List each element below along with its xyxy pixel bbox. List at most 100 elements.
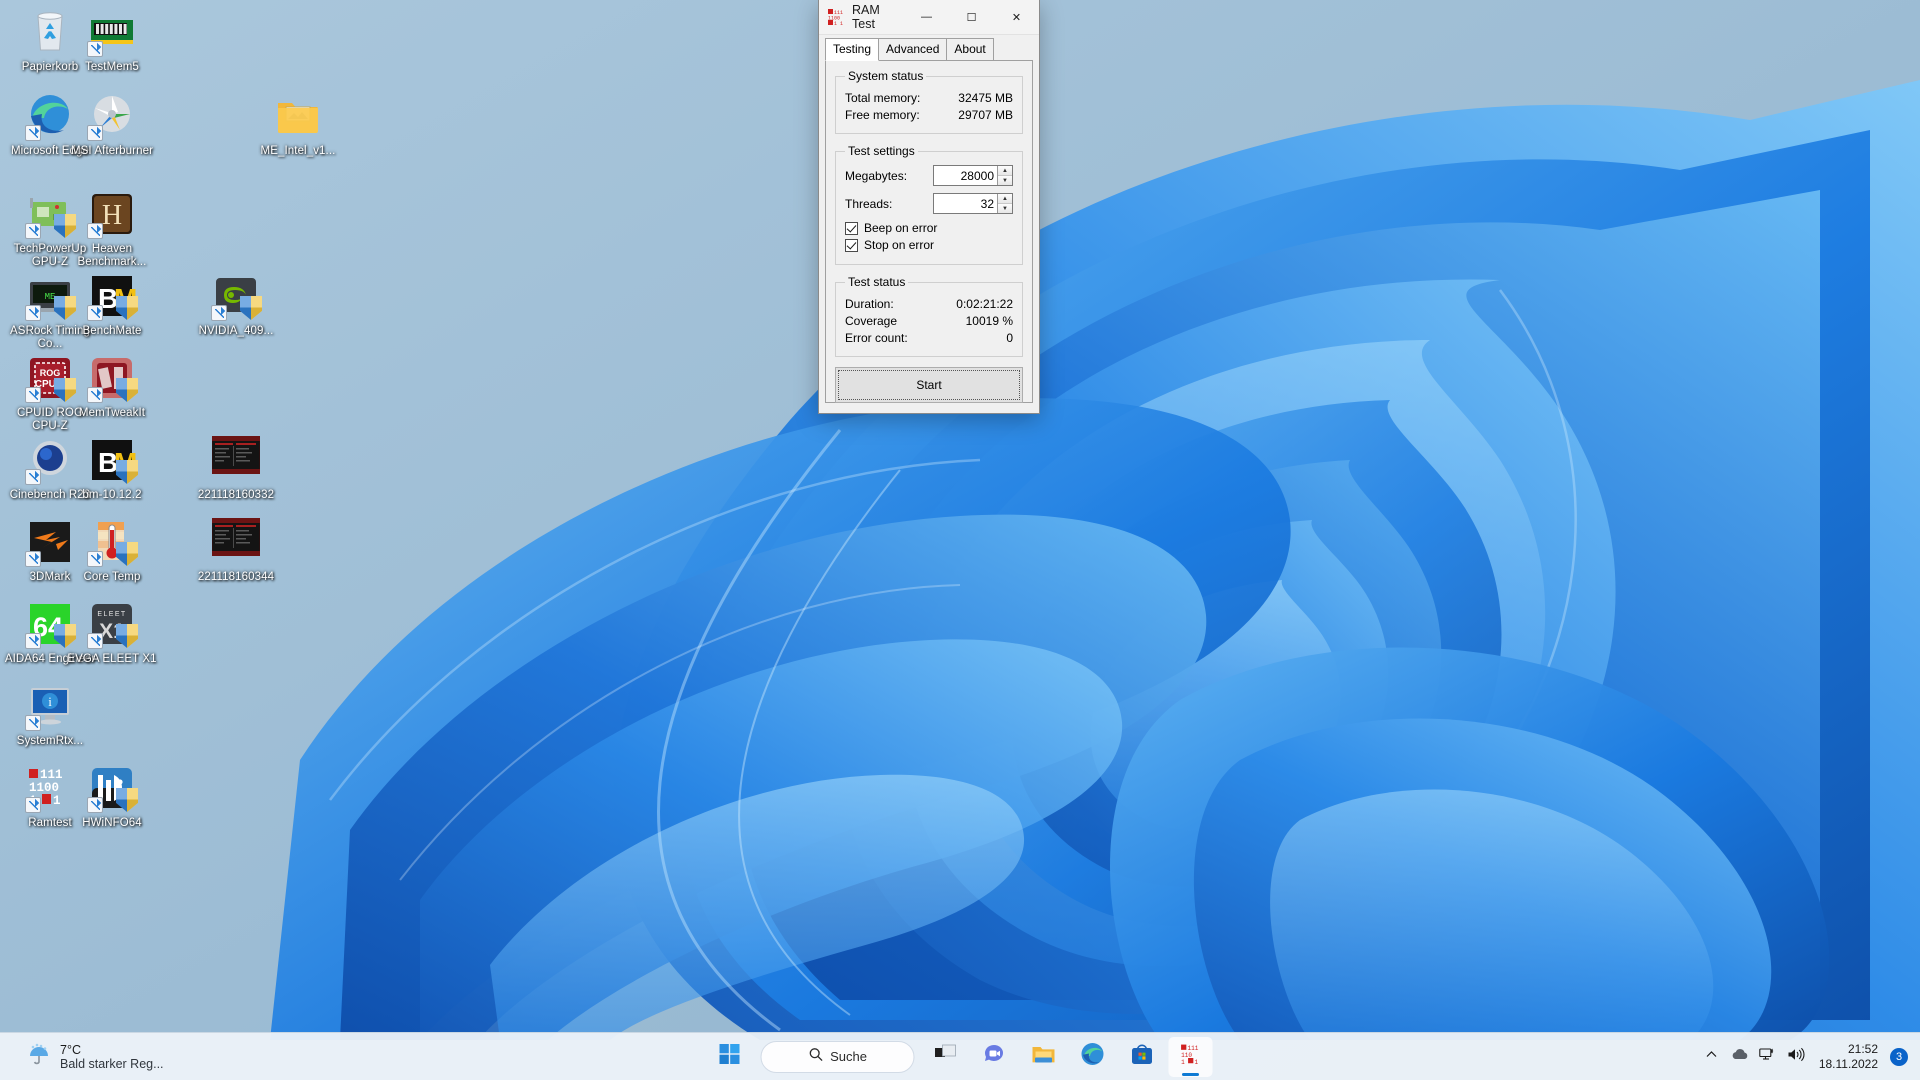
shortcut-arrow-icon — [25, 469, 41, 485]
hwinfo-icon — [87, 764, 138, 813]
clock-widget[interactable]: 21:52 18.11.2022 — [1819, 1042, 1878, 1072]
tray-onedrive-button[interactable] — [1727, 1040, 1753, 1074]
shortcut-arrow-icon — [25, 797, 41, 813]
megabytes-input[interactable] — [934, 166, 997, 185]
speaker-icon — [1787, 1047, 1805, 1067]
shortcut-arrow-icon — [87, 305, 103, 321]
desktop-icon-label: MSI Afterburner — [70, 145, 154, 157]
desktop-icon-heaven[interactable]: H Heaven Benchmark... — [66, 190, 158, 269]
tray-network-button[interactable] — [1755, 1040, 1781, 1074]
desktop-icon-systeminfo[interactable]: i SystemRtx... — [4, 682, 96, 748]
weather-text: 7°C Bald starker Reg... — [60, 1043, 164, 1071]
threads-stepper[interactable]: ▲ ▼ — [933, 193, 1013, 214]
shortcut-arrow-icon — [87, 633, 103, 649]
threads-spin-buttons[interactable]: ▲ ▼ — [997, 194, 1012, 213]
megabytes-spin-down-icon[interactable]: ▼ — [998, 176, 1012, 185]
tab-about[interactable]: About — [946, 38, 994, 61]
desktop-icon-label: NVIDIA_409... — [198, 325, 274, 337]
system-status-legend: System status — [848, 69, 924, 83]
desktop-icon-coretemp[interactable]: Core Temp — [66, 518, 158, 584]
megabytes-spin-up-icon[interactable]: ▲ — [998, 166, 1012, 176]
desktop-icon-label: Heaven Benchmark... — [77, 243, 147, 268]
weather-widget[interactable]: 7°C Bald starker Reg... — [18, 1037, 172, 1077]
heaven-icon: H — [87, 190, 136, 239]
tray-volume-button[interactable] — [1783, 1040, 1809, 1074]
desktop-icon-screenshot-thumb[interactable]: 221118160332 — [190, 435, 282, 502]
chat-icon — [983, 1042, 1007, 1071]
search-placeholder: Suche — [830, 1049, 867, 1064]
desktop-icon-afterburner[interactable]: MSI Afterburner — [66, 92, 158, 158]
start-button[interactable]: Start — [835, 367, 1023, 403]
megabytes-stepper[interactable]: ▲ ▼ — [933, 165, 1013, 186]
svg-text:1: 1 — [1181, 1058, 1185, 1064]
error-count-value: 0 — [1006, 331, 1013, 345]
shortcut-arrow-icon — [87, 797, 103, 813]
shortcut-arrow-icon — [87, 387, 103, 403]
coretemp-icon — [87, 518, 138, 567]
taskbar-item-microsoft-edge[interactable] — [1071, 1037, 1115, 1077]
folder-icon — [274, 92, 322, 140]
svg-text:ME: ME — [45, 292, 56, 302]
desktop-icon-eleet[interactable]: ELEET X1 EVGA ELEET X1 — [66, 600, 158, 666]
shortcut-arrow-icon — [87, 41, 103, 57]
desktop-icon-benchmate[interactable]: B M bm-10.12.2 — [66, 436, 158, 502]
search-input[interactable]: Suche — [760, 1040, 915, 1073]
desktop-icon-label: MemTweakIt — [78, 407, 146, 419]
taskbar-center-group[interactable]: Suche 111 110 1 1 — [708, 1036, 1213, 1077]
rain-umbrella-icon — [26, 1041, 52, 1072]
store-icon — [1130, 1043, 1153, 1071]
taskbar-item-chat[interactable] — [973, 1037, 1017, 1077]
desktop-icon-ram-stick[interactable]: TestMem5 — [66, 8, 158, 74]
taskbar-item-microsoft-store[interactable] — [1120, 1037, 1164, 1077]
taskbar-item-file-explorer[interactable] — [1022, 1037, 1066, 1077]
desktop-icon-label: SystemRtx... — [16, 735, 84, 747]
tab-strip[interactable]: Testing Advanced About — [819, 35, 1039, 61]
taskbar-item-ram-test[interactable]: 111 110 1 1 — [1168, 1036, 1213, 1077]
beep-on-error-row[interactable]: Beep on error — [845, 221, 1013, 235]
window-titlebar[interactable]: 111 1100 1 1 RAM Test — ☐ ✕ — [819, 0, 1039, 35]
megabytes-spin-buttons[interactable]: ▲ ▼ — [997, 166, 1012, 185]
megabytes-label: Megabytes: — [845, 168, 908, 183]
error-count-row: Error count: 0 — [845, 330, 1013, 346]
desktop-icon-hwinfo[interactable]: HWiNFO64 — [66, 764, 158, 830]
tab-page-testing: System status Total memory: 32475 MB Fre… — [825, 60, 1033, 403]
threads-input[interactable] — [934, 194, 997, 213]
tab-advanced[interactable]: Advanced — [878, 38, 948, 61]
desktop-icon-label: Core Temp — [83, 571, 141, 583]
free-memory-row: Free memory: 29707 MB — [845, 107, 1013, 123]
minimize-button[interactable]: — — [904, 0, 949, 34]
taskbar[interactable]: 7°C Bald starker Reg... Suche 111 110 1 … — [0, 1032, 1920, 1080]
ram-test-window[interactable]: 111 1100 1 1 RAM Test — ☐ ✕ Testing Adva… — [818, 0, 1040, 414]
shortcut-arrow-icon — [25, 125, 41, 141]
desktop-icon-nvidia[interactable]: NVIDIA_409... — [190, 272, 282, 338]
windows-logo-icon — [719, 1043, 740, 1070]
tray-overflow-button[interactable] — [1699, 1040, 1725, 1074]
threads-spin-up-icon[interactable]: ▲ — [998, 194, 1012, 204]
total-memory-row: Total memory: 32475 MB — [845, 90, 1013, 106]
start-button-taskbar[interactable] — [708, 1037, 752, 1077]
notification-badge[interactable]: 3 — [1890, 1047, 1908, 1066]
desktop[interactable]: Papierkorb TestMem5 Microsoft Edge MSI A… — [0, 0, 1920, 1080]
shortcut-arrow-icon — [211, 305, 227, 321]
shortcut-arrow-icon — [25, 387, 41, 403]
clock-time: 21:52 — [1847, 1041, 1878, 1056]
desktop-icon-benchmate[interactable]: B M BenchMate — [66, 272, 158, 338]
screenshot-thumb-icon — [211, 517, 261, 566]
system-tray[interactable]: 21:52 18.11.2022 3 — [1699, 1033, 1920, 1080]
test-status-legend: Test status — [848, 275, 906, 289]
desktop-icon-folder[interactable]: ME_Intel_v1... — [252, 92, 344, 158]
desktop-icon-screenshot-thumb[interactable]: 221118160344 — [190, 517, 282, 584]
taskbar-item-task-view[interactable] — [924, 1037, 968, 1077]
stop-on-error-row[interactable]: Stop on error — [845, 238, 1013, 252]
threads-row: Threads: ▲ ▼ — [845, 193, 1013, 214]
stop-on-error-checkbox[interactable] — [845, 238, 858, 252]
maximize-button[interactable]: ☐ — [949, 0, 994, 34]
threads-spin-down-icon[interactable]: ▼ — [998, 204, 1012, 213]
systeminfo-icon: i — [25, 682, 74, 731]
desktop-icon-label: TestMem5 — [85, 61, 139, 73]
close-button[interactable]: ✕ — [994, 0, 1039, 34]
svg-text:1: 1 — [53, 794, 61, 808]
beep-on-error-checkbox[interactable] — [845, 221, 858, 235]
desktop-icon-memtweakit[interactable]: MemTweakIt — [66, 354, 158, 420]
tab-testing[interactable]: Testing — [825, 38, 880, 61]
